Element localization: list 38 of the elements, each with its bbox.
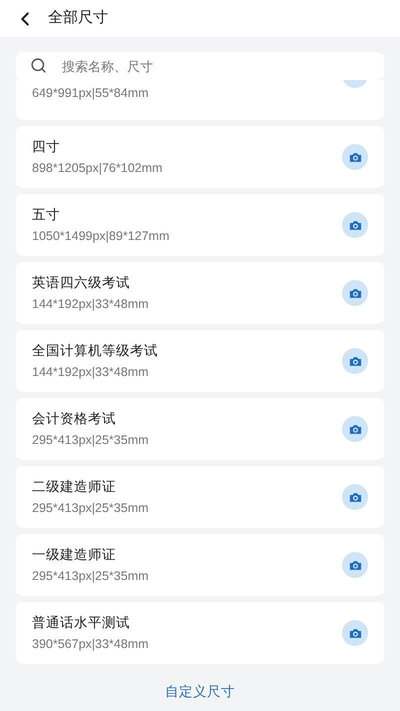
size-name: 普通话水平测试 bbox=[32, 614, 131, 632]
size-name: 四寸 bbox=[32, 138, 61, 156]
size-card[interactable]: 会计资格考试 295*413px|25*35mm bbox=[16, 398, 384, 460]
camera-button[interactable] bbox=[342, 552, 368, 578]
size-dimensions: 898*1205px|76*102mm bbox=[32, 160, 162, 177]
size-card[interactable]: 一级建造师证 295*413px|25*35mm bbox=[16, 534, 384, 596]
camera-button[interactable] bbox=[342, 280, 368, 306]
camera-button[interactable] bbox=[342, 348, 368, 374]
size-name: 二级建造师证 bbox=[32, 478, 117, 496]
size-dimensions: 144*192px|33*48mm bbox=[32, 296, 149, 313]
size-dimensions: 295*413px|25*35mm bbox=[32, 500, 149, 517]
size-dimensions: 390*567px|33*48mm bbox=[32, 636, 149, 653]
size-dimensions: 144*192px|33*48mm bbox=[32, 364, 150, 381]
camera-button[interactable] bbox=[342, 212, 368, 238]
size-card[interactable]: 普通话水平测试 390*567px|33*48mm bbox=[16, 602, 384, 664]
size-name: 一级建造师证 bbox=[32, 546, 117, 564]
search-field[interactable]: 搜索名称、尺寸 bbox=[16, 52, 384, 80]
size-name: 五寸 bbox=[32, 206, 61, 224]
size-dimensions: 1050*1499px|89*127mm bbox=[32, 228, 170, 245]
size-dimensions: 295*413px|25*35mm bbox=[32, 432, 149, 449]
size-card[interactable]: 全国计算机等级考试 144*192px|33*48mm bbox=[16, 330, 384, 392]
size-card[interactable]: 英语四六级考试 144*192px|33*48mm bbox=[16, 262, 384, 324]
camera-button[interactable] bbox=[342, 144, 368, 170]
search-icon bbox=[30, 57, 47, 74]
camera-button[interactable] bbox=[342, 416, 368, 442]
size-card[interactable]: 649*991px|55*84mm bbox=[16, 80, 384, 120]
size-card[interactable]: 四寸 898*1205px|76*102mm bbox=[16, 126, 384, 188]
size-name: 全国计算机等级考试 bbox=[32, 342, 158, 360]
size-card[interactable]: 五寸 1050*1499px|89*127mm bbox=[16, 194, 384, 256]
page-title: 全部尺寸 bbox=[48, 8, 108, 28]
custom-size-link[interactable]: 自定义尺寸 bbox=[165, 682, 235, 702]
camera-button[interactable] bbox=[342, 620, 368, 646]
size-card[interactable]: 二级建造师证 295*413px|25*35mm bbox=[16, 466, 384, 528]
size-dimensions: 649*991px|55*84mm bbox=[32, 85, 149, 102]
size-name: 会计资格考试 bbox=[32, 410, 117, 428]
camera-button[interactable] bbox=[342, 484, 368, 510]
size-dimensions: 295*413px|25*35mm bbox=[32, 568, 149, 585]
size-name: 英语四六级考试 bbox=[32, 274, 131, 292]
